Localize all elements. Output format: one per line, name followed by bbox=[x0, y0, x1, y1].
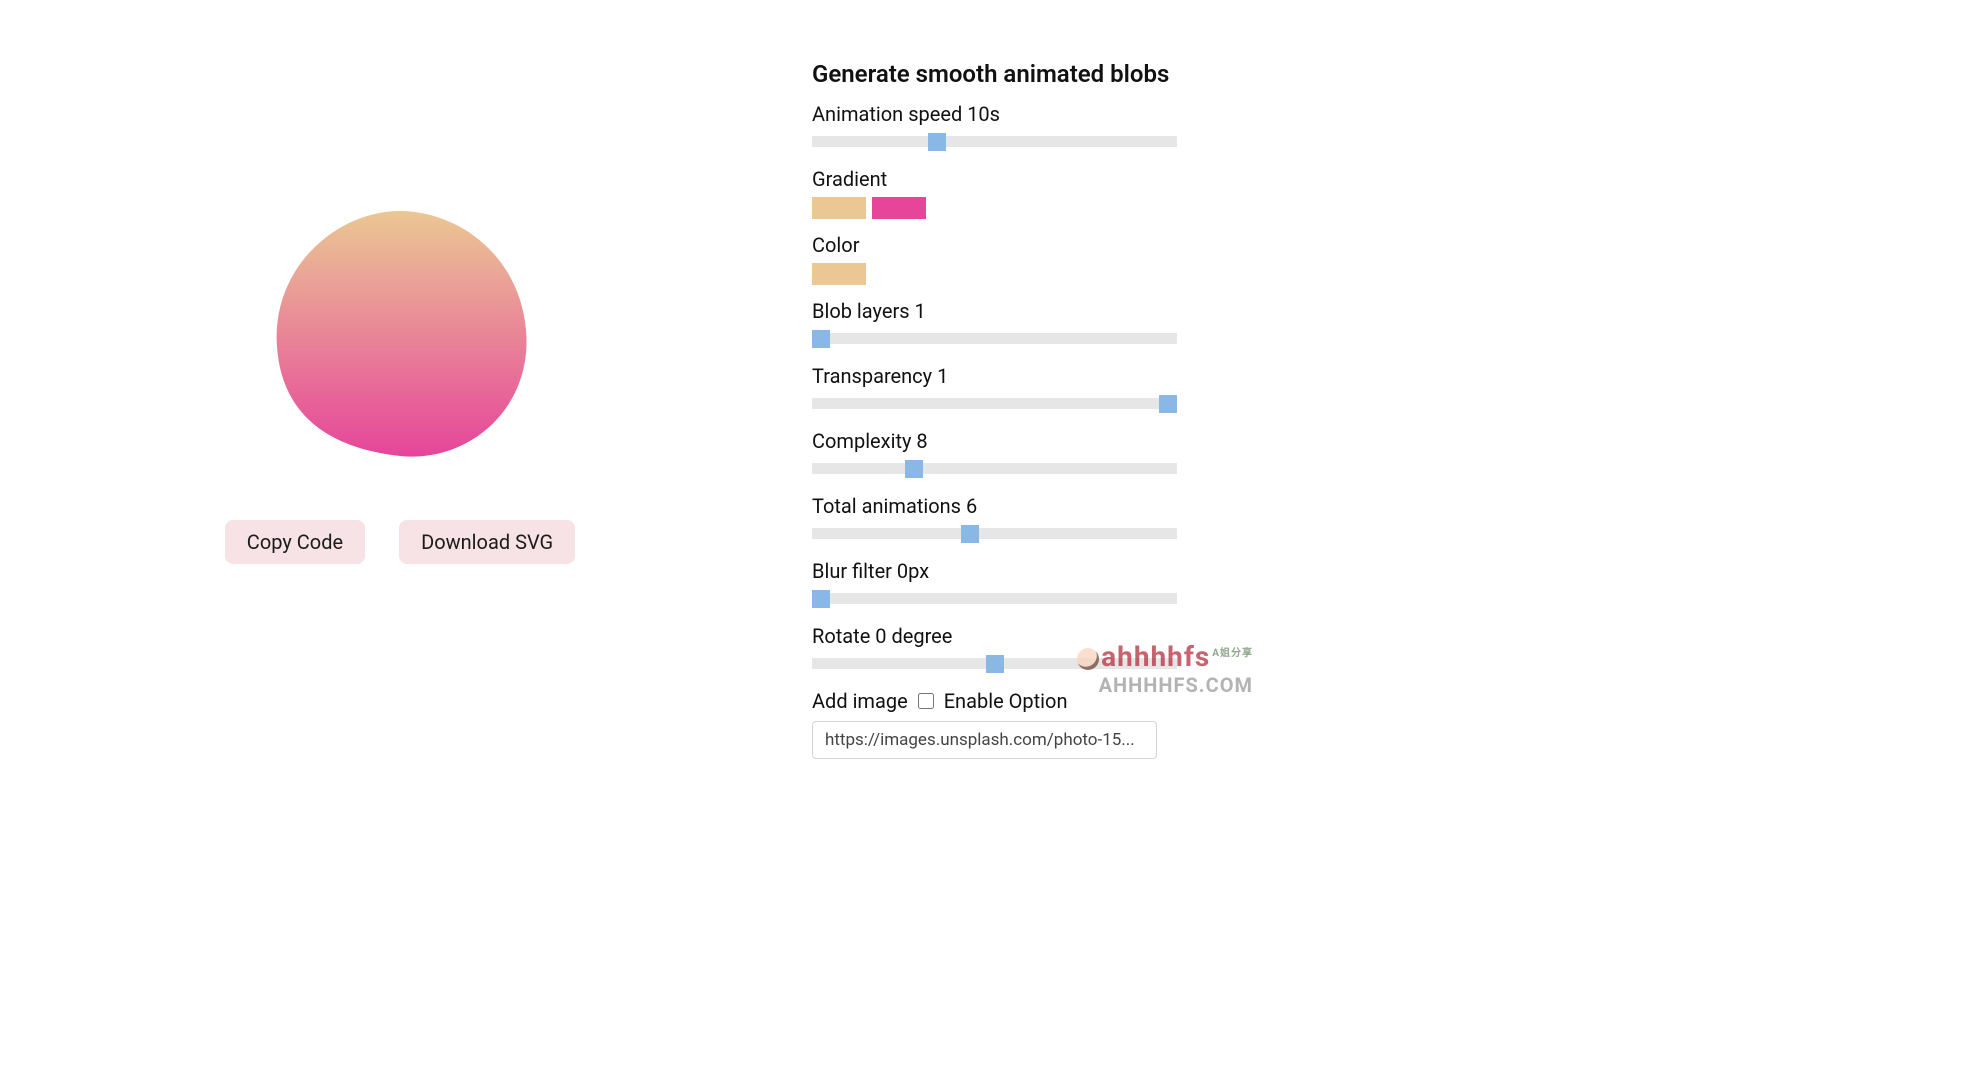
color-swatches bbox=[812, 263, 1212, 285]
control-color: Color bbox=[812, 233, 1212, 285]
control-animation-speed: Animation speed 10s bbox=[812, 102, 1212, 161]
control-complexity: Complexity 8 bbox=[812, 429, 1212, 488]
color-swatch[interactable] bbox=[812, 263, 866, 285]
download-svg-button[interactable]: Download SVG bbox=[399, 520, 575, 564]
controls-panel: Generate smooth animated blobs Animation… bbox=[812, 0, 1212, 1080]
image-url-input[interactable] bbox=[812, 721, 1157, 759]
enable-image-checkbox[interactable] bbox=[918, 693, 934, 709]
blur-filter-label: Blur filter 0px bbox=[812, 559, 1212, 583]
enable-option-label: Enable Option bbox=[944, 689, 1068, 713]
action-buttons: Copy Code Download SVG bbox=[225, 520, 575, 564]
gradient-end-swatch[interactable] bbox=[872, 197, 926, 219]
blob-preview bbox=[250, 180, 550, 480]
copy-code-button[interactable]: Copy Code bbox=[225, 520, 365, 564]
blob-svg bbox=[260, 190, 540, 470]
page-title: Generate smooth animated blobs bbox=[812, 60, 1212, 88]
control-blob-layers: Blob layers 1 bbox=[812, 299, 1212, 358]
gradient-swatches bbox=[812, 197, 1212, 219]
gradient-label: Gradient bbox=[812, 167, 1212, 191]
animation-speed-label: Animation speed 10s bbox=[812, 102, 1212, 126]
preview-panel: Copy Code Download SVG bbox=[0, 0, 800, 1080]
total-animations-label: Total animations 6 bbox=[812, 494, 1212, 518]
blob-layers-slider[interactable] bbox=[812, 333, 1177, 344]
animation-speed-slider[interactable] bbox=[812, 136, 1177, 147]
control-gradient: Gradient bbox=[812, 167, 1212, 219]
complexity-slider[interactable] bbox=[812, 463, 1177, 474]
blob-layers-label: Blob layers 1 bbox=[812, 299, 1212, 323]
complexity-label: Complexity 8 bbox=[812, 429, 1212, 453]
add-image-label: Add image bbox=[812, 689, 908, 713]
transparency-label: Transparency 1 bbox=[812, 364, 1212, 388]
control-rotate: Rotate 0 degree bbox=[812, 624, 1212, 683]
rotate-slider[interactable] bbox=[812, 658, 1177, 669]
color-label: Color bbox=[812, 233, 1212, 257]
rotate-label: Rotate 0 degree bbox=[812, 624, 1212, 648]
total-animations-slider[interactable] bbox=[812, 528, 1177, 539]
gradient-start-swatch[interactable] bbox=[812, 197, 866, 219]
transparency-slider[interactable] bbox=[812, 398, 1177, 409]
control-total-animations: Total animations 6 bbox=[812, 494, 1212, 553]
control-blur-filter: Blur filter 0px bbox=[812, 559, 1212, 618]
control-transparency: Transparency 1 bbox=[812, 364, 1212, 423]
control-add-image: Add image Enable Option bbox=[812, 689, 1212, 759]
blur-filter-slider[interactable] bbox=[812, 593, 1177, 604]
